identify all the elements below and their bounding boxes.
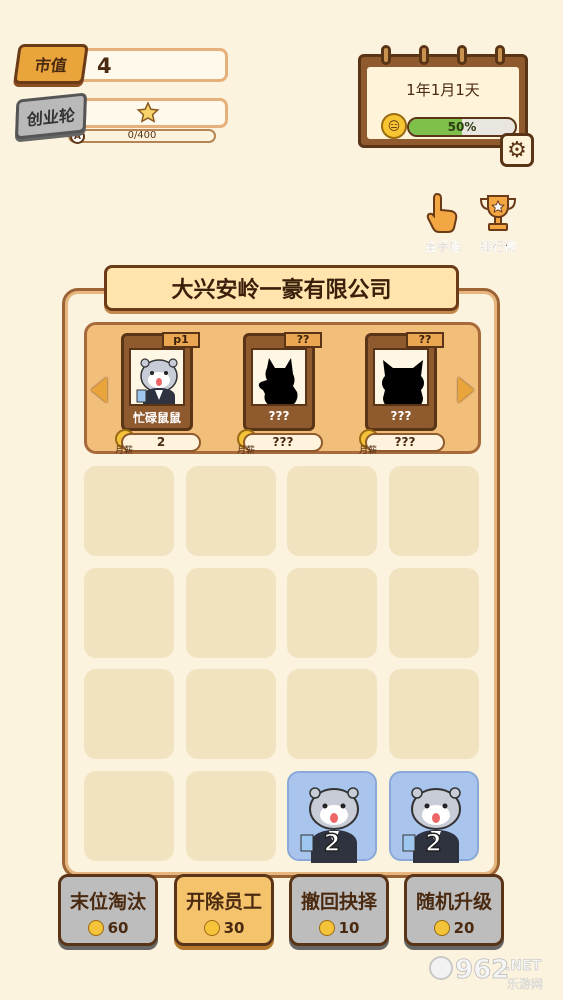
salary-label: 月薪: [359, 446, 378, 456]
round-progress: 0/400: [68, 129, 216, 143]
company-name: 大兴安岭一豪有限公司: [104, 265, 459, 311]
empty-slot[interactable]: [185, 466, 276, 556]
salary-label: 月薪: [237, 446, 256, 456]
locked-character-card[interactable]: ?? ???: [365, 332, 444, 431]
mood-percent: 50%: [447, 120, 477, 134]
funding-round-bar: 0/400 A 创业轮: [14, 92, 228, 144]
employee-level: 2: [323, 828, 341, 858]
empty-slot[interactable]: [185, 669, 276, 759]
employee-slot[interactable]: 2: [287, 770, 377, 863]
market-value-box: 4: [68, 48, 228, 82]
smiley-coin-icon: [87, 920, 104, 936]
gear-icon: ⚙: [507, 137, 527, 163]
market-value-bar: 4 市值: [13, 44, 228, 86]
action-cost: 20: [407, 919, 501, 937]
cost-value: 30: [223, 919, 245, 937]
market-value-label: 市值: [13, 44, 89, 84]
action-label: 随机升级: [415, 891, 492, 913]
action-cost: 10: [292, 919, 386, 937]
calendar-ring: [381, 45, 391, 65]
undo-choice-button[interactable]: 撤回抉择 10: [289, 874, 389, 946]
hamster-icon: [136, 358, 178, 404]
salary-label: 月薪: [115, 446, 134, 456]
star-icon: [136, 101, 160, 123]
funding-round-label: 创业轮: [14, 92, 88, 140]
character-tag: ??: [284, 332, 322, 348]
calendar-ring: [495, 45, 505, 65]
cost-value: 20: [453, 919, 475, 937]
smiley-coin-icon: [433, 920, 450, 936]
pointing-hand-icon: [426, 192, 458, 233]
cat-silhouette: [373, 348, 429, 406]
employee-slot[interactable]: 2: [388, 770, 479, 863]
character-selector: p1 忙碌鼠鼠 2 月薪 ?? ??? ??? 月薪 ?? ??? ??? 月薪: [84, 322, 481, 456]
settings-button[interactable]: ⚙: [500, 133, 534, 167]
empty-slot[interactable]: [84, 669, 174, 759]
leaderboard-button[interactable]: 排行榜: [473, 192, 523, 255]
trophy-icon: [479, 195, 517, 231]
golden-finger-label: 金手指: [424, 240, 461, 254]
smiley-coin-icon: [203, 920, 220, 936]
empty-slot[interactable]: [388, 466, 479, 556]
empty-slot[interactable]: [84, 466, 174, 556]
empty-slot[interactable]: [287, 466, 377, 556]
employee-level: 2: [424, 828, 442, 858]
fire-employee-button[interactable]: 开除员工 30: [174, 874, 274, 946]
game-date: 1年1月1天: [406, 81, 480, 99]
svg-text:乐游网: 乐游网: [507, 977, 543, 991]
empty-slot[interactable]: [388, 669, 479, 759]
character-tag: p1: [162, 332, 200, 348]
hamster-portrait: [129, 348, 185, 406]
empty-slot[interactable]: [185, 770, 276, 861]
action-label: 开除员工: [185, 891, 262, 913]
golden-finger-button[interactable]: 金手指: [418, 192, 468, 255]
character-card[interactable]: p1 忙碌鼠鼠: [121, 332, 200, 431]
watermark-logo: 962 .NET 乐游网: [429, 955, 543, 991]
character-tag: ??: [406, 332, 444, 348]
empty-slot[interactable]: [287, 669, 377, 759]
calendar-ring: [419, 45, 429, 65]
leaderboard-label: 排行榜: [479, 240, 516, 254]
eliminate-last-button[interactable]: 末位淘汰 60: [58, 874, 158, 946]
mood-progress-bar: 50%: [407, 117, 517, 137]
character-name: 忙碌鼠鼠: [132, 411, 181, 425]
prev-arrow-button[interactable]: [91, 377, 107, 403]
empty-slot[interactable]: [185, 567, 276, 658]
empty-slot[interactable]: [287, 567, 377, 658]
cat-silhouette-icon: [258, 358, 298, 404]
market-value: 4: [97, 54, 112, 78]
cost-value: 60: [107, 919, 129, 937]
smiley-coin-icon: [318, 920, 335, 936]
empty-slot[interactable]: [84, 567, 174, 658]
cat-silhouette: [251, 348, 307, 406]
empty-slot[interactable]: [84, 770, 174, 861]
action-label: 撤回抉择: [300, 891, 377, 913]
svg-text:.NET: .NET: [505, 958, 542, 974]
action-cost: 30: [177, 919, 271, 937]
calendar-page: 1年1月1天 50% 😑: [367, 67, 519, 139]
locked-character-card[interactable]: ?? ???: [243, 332, 322, 431]
action-label: 末位淘汰: [69, 891, 146, 913]
next-arrow-button[interactable]: [458, 377, 474, 403]
site-watermark: 962 .NET 乐游网: [427, 948, 555, 994]
character-name: ???: [390, 409, 412, 423]
random-upgrade-button[interactable]: 随机升级 20: [404, 874, 504, 946]
svg-text:962: 962: [455, 955, 509, 985]
neutral-face-icon: 😑: [381, 113, 407, 139]
round-star-box: [68, 98, 228, 128]
action-cost: 60: [61, 919, 155, 937]
character-name: ???: [268, 409, 290, 423]
empty-slot[interactable]: [388, 567, 479, 658]
cat-silhouette-icon: [382, 360, 424, 404]
calendar-ring: [457, 45, 467, 65]
cost-value: 10: [338, 919, 360, 937]
